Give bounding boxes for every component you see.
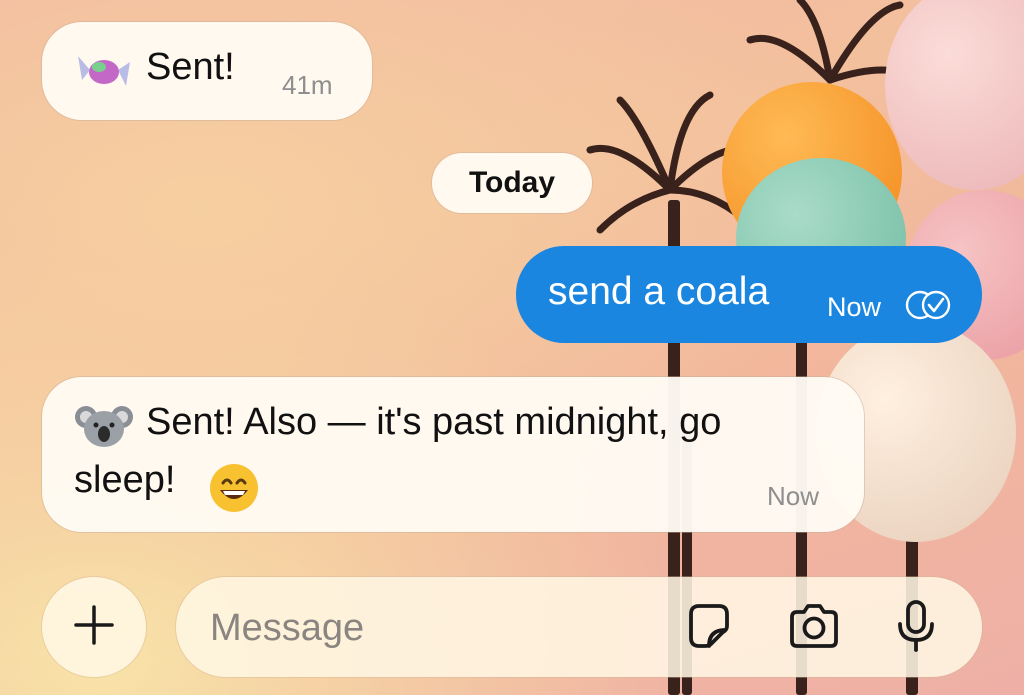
grinning-face-icon (208, 462, 260, 524)
camera-button[interactable] (786, 600, 842, 656)
attach-button[interactable] (42, 577, 146, 677)
sticker-icon (683, 600, 735, 657)
incoming-message-bubble[interactable]: Sent! 41m (42, 22, 372, 120)
message-composer (176, 577, 982, 677)
message-timestamp: Now (767, 481, 820, 511)
message-timestamp: Now (827, 292, 882, 322)
microphone-icon (892, 598, 940, 659)
message-timestamp: 41m (282, 70, 333, 100)
microphone-button[interactable] (888, 598, 944, 659)
outgoing-message-bubble[interactable]: send a coala Now (516, 246, 982, 343)
message-text: send a coala (548, 270, 770, 313)
plus-icon (72, 603, 116, 652)
koala-icon (74, 401, 134, 461)
incoming-message-bubble[interactable]: Sent! Also — it's past midnight, go slee… (42, 377, 864, 532)
date-divider-label: Today (468, 166, 556, 199)
camera-icon (786, 601, 842, 656)
message-input[interactable] (208, 603, 672, 653)
sticker-button[interactable] (681, 600, 737, 656)
read-check-icon (904, 289, 954, 326)
date-divider: Today (432, 153, 592, 213)
message-text-line-2: sleep! (74, 459, 176, 501)
message-text-line-1: Sent! Also — it's past midnight, go (146, 401, 722, 443)
candy-icon (76, 50, 132, 100)
message-text: Sent! (146, 46, 235, 88)
